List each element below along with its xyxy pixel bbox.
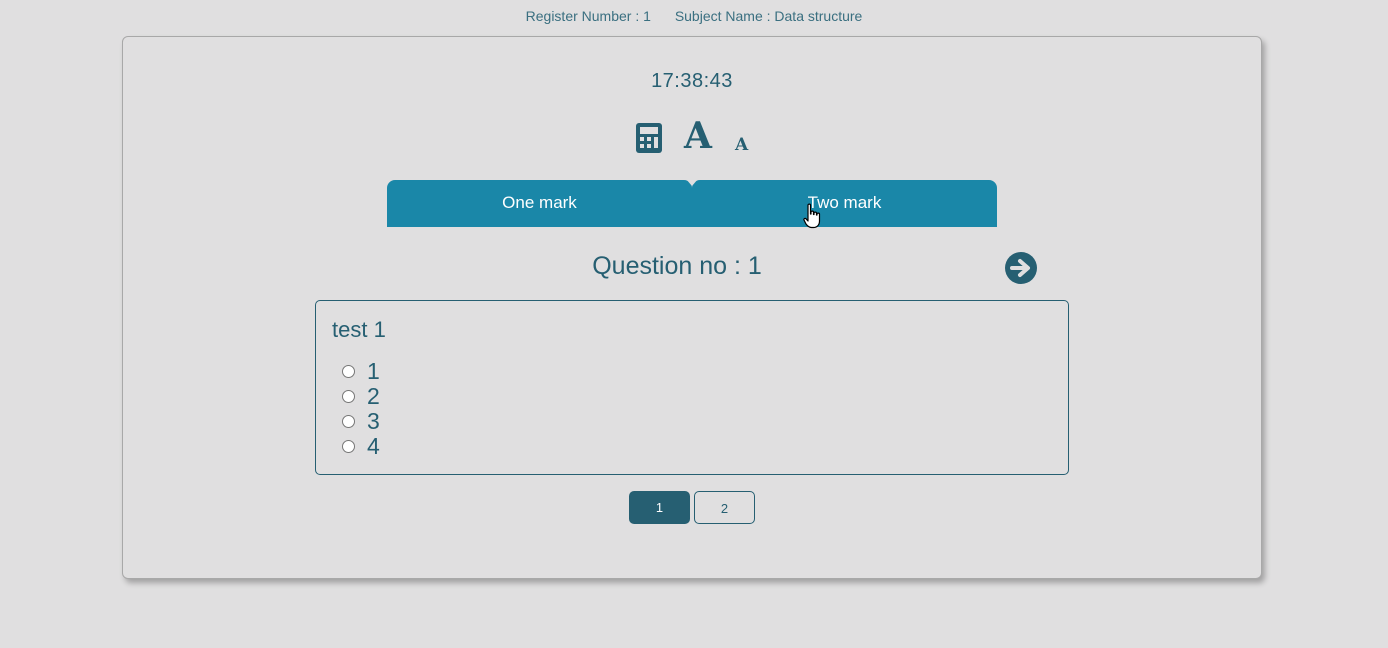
option-item: 3 [342, 408, 380, 435]
option-2-label[interactable]: 2 [367, 383, 380, 410]
exam-card: 17:38:43 A A One mark Two mark Question … [122, 36, 1262, 579]
font-increase-button[interactable]: A [684, 115, 712, 157]
option-2-radio[interactable] [342, 390, 355, 403]
question-type-tabs: One mark Two mark [387, 179, 997, 227]
exam-timer: 17:38:43 [651, 70, 733, 92]
option-item: 2 [342, 383, 380, 410]
option-3-radio[interactable] [342, 415, 355, 428]
option-3-label[interactable]: 3 [367, 408, 380, 435]
question-box: test 1 1 2 3 4 [315, 300, 1069, 475]
page-button-1[interactable]: 1 [629, 491, 690, 524]
exam-info-bar: Register Number : 1 Subject Name : Data … [0, 8, 1388, 24]
option-1-radio[interactable] [342, 365, 355, 378]
question-title: Question no : 1 [592, 252, 762, 280]
question-text: test 1 [332, 317, 386, 342]
option-item: 4 [342, 433, 380, 460]
calculator-icon[interactable] [635, 122, 663, 154]
register-number: Register Number : 1 [525, 8, 651, 24]
option-1-label[interactable]: 1 [367, 358, 380, 385]
option-4-label[interactable]: 4 [367, 433, 380, 460]
tab-two-mark[interactable]: Two mark [692, 180, 997, 227]
option-4-radio[interactable] [342, 440, 355, 453]
option-item: 1 [342, 358, 380, 385]
tab-one-mark[interactable]: One mark [387, 180, 692, 227]
font-decrease-button[interactable]: A [735, 135, 748, 155]
page-button-2[interactable]: 2 [694, 491, 755, 524]
tab-divider [686, 179, 698, 186]
toolbar: A A [123, 115, 1261, 157]
next-question-button[interactable] [1005, 252, 1037, 284]
subject-name: Subject Name : Data structure [674, 8, 863, 24]
answer-options: 1 2 3 4 [342, 358, 380, 460]
